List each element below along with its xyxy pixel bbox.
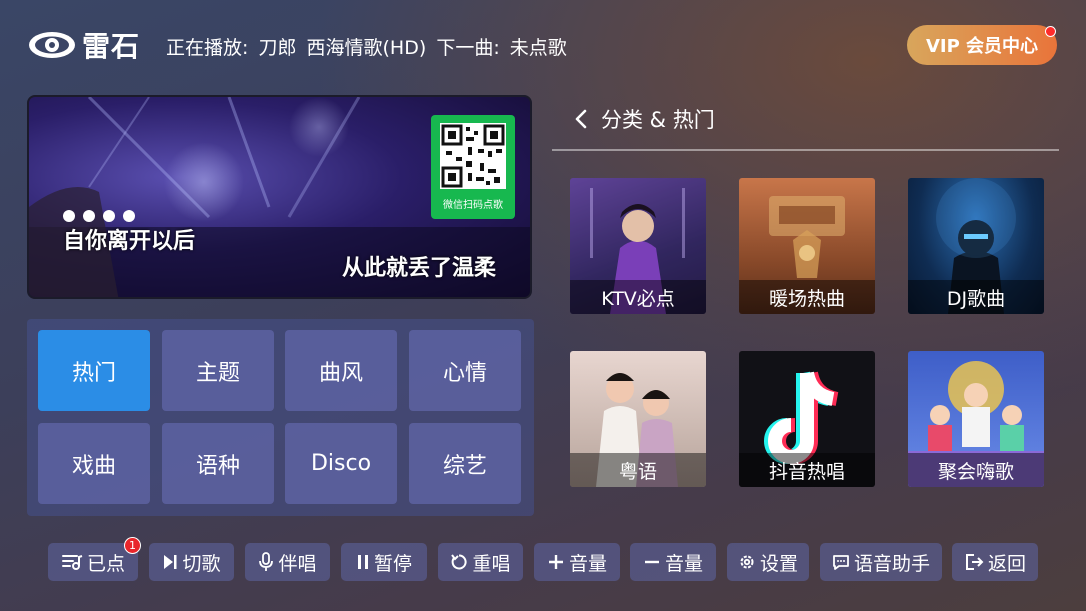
settings-button[interactable]: 设置	[727, 543, 809, 581]
now-playing-info: 正在播放: 刀郎 西海情歌(HD) 下一曲: 未点歌	[166, 33, 571, 60]
tile-label: 暖场热曲	[739, 280, 875, 314]
settings-label: 设置	[759, 552, 798, 575]
notification-dot-icon	[1045, 26, 1056, 37]
volume-up-button[interactable]: 音量	[534, 543, 620, 581]
eye-logo-icon	[28, 30, 76, 60]
vocal-toggle-button[interactable]: 伴唱	[245, 543, 330, 581]
category-hot[interactable]: 热门	[38, 330, 150, 411]
playlist-icon	[61, 555, 83, 570]
lyric-countdown-dots	[63, 210, 135, 222]
category-variety[interactable]: 综艺	[409, 423, 521, 504]
plus-icon	[548, 555, 563, 569]
tile-cantonese[interactable]: 粤语	[570, 351, 706, 487]
queued-label: 已点	[86, 552, 125, 575]
section-divider	[552, 149, 1059, 151]
chat-bubble-icon	[833, 555, 849, 570]
microphone-icon	[259, 552, 274, 571]
tile-party-songs[interactable]: 聚会嗨歌	[908, 351, 1044, 487]
app-logo: 雷石	[28, 27, 140, 63]
now-playing-song: 西海情歌(HD)	[306, 37, 427, 59]
tile-warmup-hits[interactable]: 暖场热曲	[739, 178, 875, 314]
voice-assistant-button[interactable]: 语音助手	[820, 543, 942, 581]
pause-button[interactable]: 暂停	[341, 543, 427, 581]
category-opera[interactable]: 戏曲	[38, 423, 150, 504]
vocal-label: 伴唱	[278, 552, 317, 575]
replay-label: 重唱	[472, 552, 511, 575]
next-label: 下一曲:	[436, 37, 500, 59]
now-playing-artist: 刀郎	[258, 37, 297, 59]
back-button[interactable]: 返回	[952, 543, 1038, 581]
skip-next-icon	[164, 555, 177, 569]
minus-icon	[644, 560, 659, 564]
lyric-line-2: 从此就丢了温柔	[341, 256, 496, 281]
replay-button[interactable]: 重唱	[438, 543, 523, 581]
tile-ktv-must[interactable]: KTV必点	[570, 178, 706, 314]
pause-label: 暂停	[373, 552, 412, 575]
qr-code-icon	[440, 123, 506, 189]
volume-down-label: 音量	[664, 552, 703, 575]
tile-label: KTV必点	[570, 280, 706, 314]
replay-icon	[451, 554, 468, 570]
logo-text: 雷石	[82, 30, 141, 63]
category-disco[interactable]: Disco	[285, 423, 397, 504]
category-style[interactable]: 曲风	[285, 330, 397, 411]
skip-song-button[interactable]: 切歌	[149, 543, 234, 581]
volume-up-label: 音量	[568, 552, 607, 575]
queued-songs-button[interactable]: 已点 1	[48, 537, 141, 581]
lyric-line-1: 自你离开以后	[63, 229, 196, 254]
section-title: 分类 & 热门	[601, 108, 715, 132]
pause-icon	[357, 555, 368, 569]
gear-icon	[740, 555, 754, 569]
back-label: 返回	[987, 552, 1026, 575]
tile-dj-songs[interactable]: DJ歌曲	[908, 178, 1044, 314]
header: 雷石 正在播放: 刀郎 西海情歌(HD) 下一曲: 未点歌 VIP 会员中心	[0, 0, 1086, 90]
vip-label: VIP 会员中心	[925, 36, 1039, 57]
skip-label: 切歌	[182, 552, 221, 575]
next-song: 未点歌	[509, 37, 567, 59]
category-mood[interactable]: 心情	[409, 330, 521, 411]
vip-center-button[interactable]: VIP 会员中心	[907, 25, 1057, 65]
voice-label: 语音助手	[853, 552, 930, 575]
tile-label: 聚会嗨歌	[908, 453, 1044, 487]
queued-count-badge: 1	[124, 537, 141, 554]
category-theme[interactable]: 主题	[162, 330, 274, 411]
qr-label: 微信扫码点歌	[443, 200, 503, 211]
category-language[interactable]: 语种	[162, 423, 274, 504]
now-playing-label: 正在播放:	[166, 37, 249, 59]
wechat-qr-code: 微信扫码点歌	[431, 115, 515, 219]
tile-label: 粤语	[570, 453, 706, 487]
tile-label: DJ歌曲	[908, 280, 1044, 314]
video-preview[interactable]: 自你离开以后 从此就丢了温柔 微信扫码点歌	[27, 95, 532, 299]
exit-icon	[965, 554, 984, 570]
chevron-left-icon	[575, 109, 587, 129]
section-header[interactable]: 分类 & 热门	[573, 104, 715, 134]
volume-down-button[interactable]: 音量	[630, 543, 716, 581]
tile-label: 抖音热唱	[739, 453, 875, 487]
tile-douyin-hits[interactable]: 抖音热唱	[739, 351, 875, 487]
